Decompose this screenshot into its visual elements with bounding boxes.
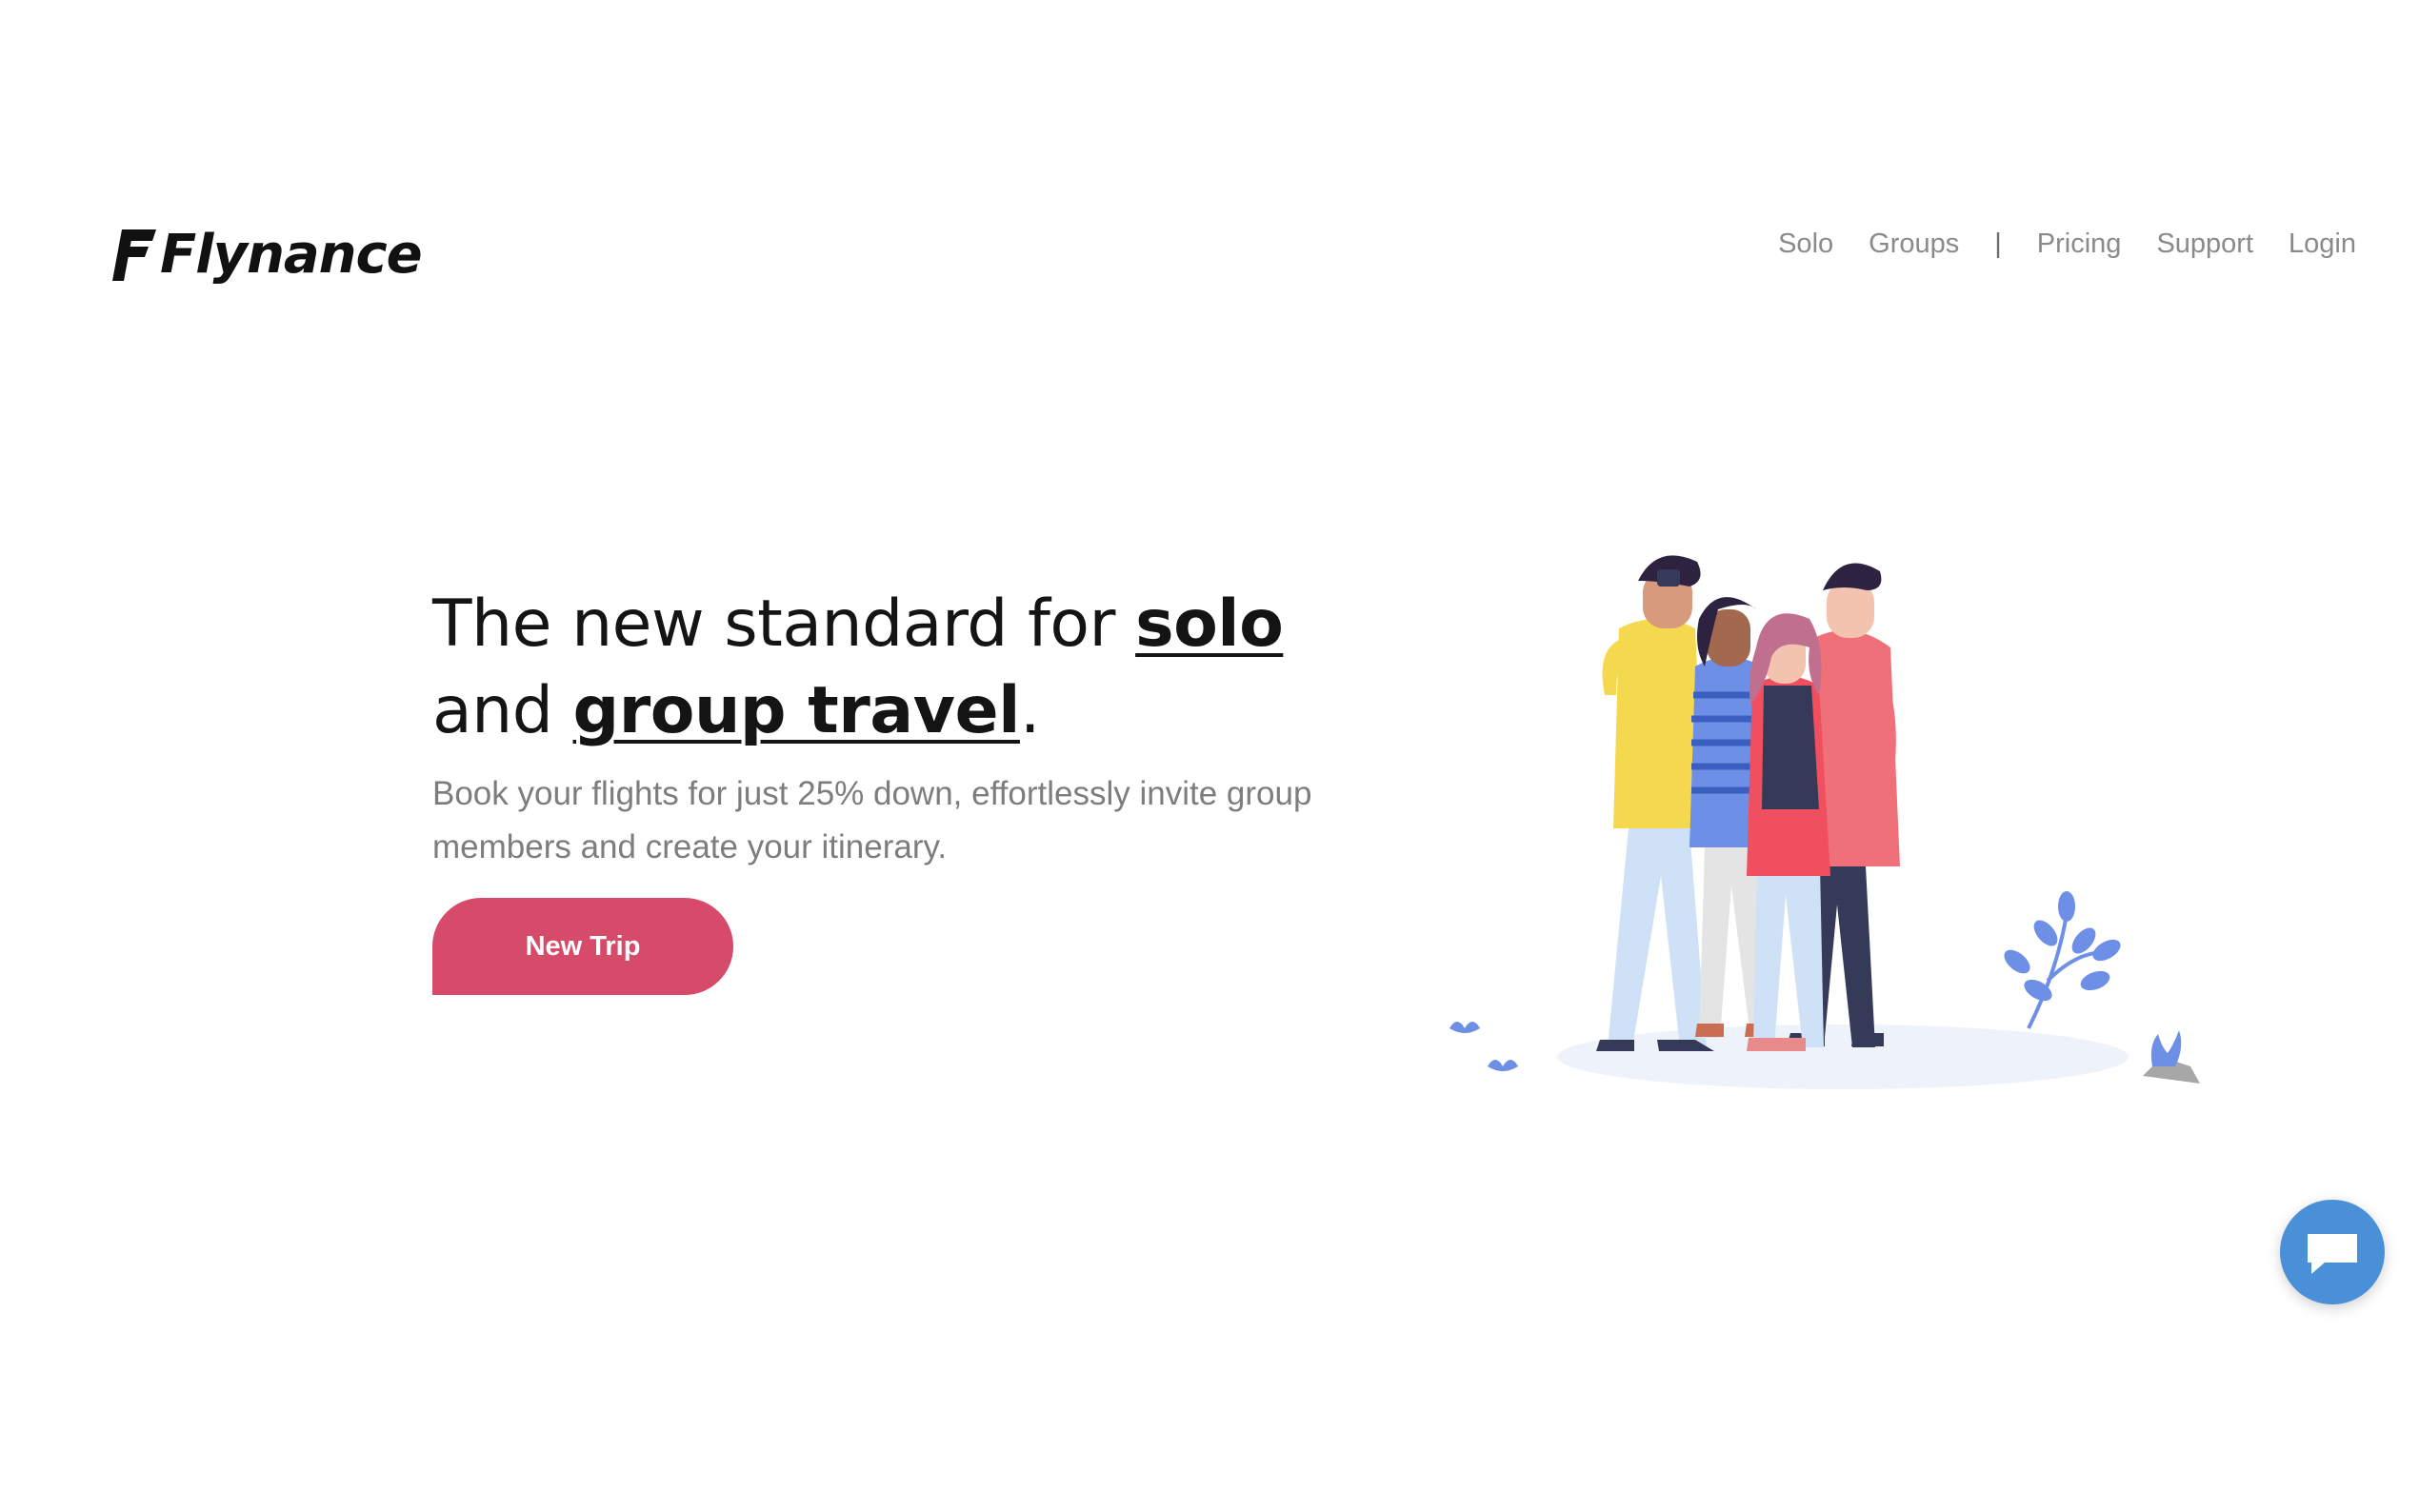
new-trip-button[interactable]: New Trip [432, 898, 733, 995]
nav-separator: | [1994, 228, 2002, 259]
headline-text-3: . [1019, 673, 1041, 748]
hero-section: The new standard for solo and group trav… [432, 581, 1385, 874]
nav-item-groups[interactable]: Groups [1869, 229, 1959, 260]
chat-bubble-icon [2308, 1234, 2357, 1274]
brand-logo[interactable]: Flynance [112, 217, 423, 293]
group-of-friends-selfie-illustration [1449, 555, 2200, 1089]
nav-item-solo[interactable]: Solo [1778, 229, 1833, 260]
top-nav: Solo Groups | Pricing Support Login [1743, 225, 2356, 263]
nav-item-login[interactable]: Login [2289, 229, 2356, 260]
nav-item-support[interactable]: Support [2156, 229, 2253, 260]
hero-subtext: Book your flights for just 25% down, eff… [432, 775, 1312, 865]
landing-page: Flynance Solo Groups | Pricing Support L… [0, 0, 2419, 1512]
headline-emphasis-solo: solo [1135, 587, 1284, 662]
flynance-f-logo-icon [112, 229, 156, 281]
brand-name: Flynance [160, 224, 423, 286]
chat-widget-button[interactable] [2280, 1200, 2385, 1304]
headline-emphasis-group-travel: group travel [572, 673, 1021, 748]
headline-text-1: The new standard for [432, 587, 1136, 662]
nav-item-pricing[interactable]: Pricing [2037, 229, 2122, 260]
hero-headline: The new standard for solo and group trav… [432, 581, 1385, 754]
headline-text-2: and [432, 673, 573, 748]
